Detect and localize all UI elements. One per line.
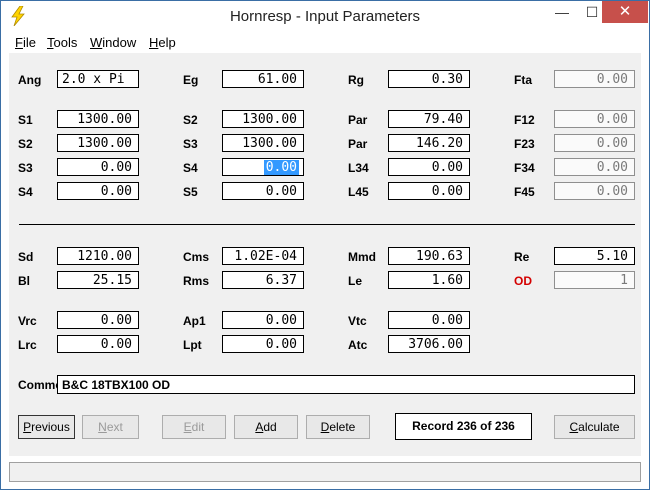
l34-field[interactable]: 0.00 xyxy=(388,158,470,176)
vrc-field[interactable]: 0.00 xyxy=(57,311,139,329)
sd-field[interactable]: 1210.00 xyxy=(57,247,139,265)
cms-field[interactable]: 1.02E-04 xyxy=(222,247,304,265)
cms-label: Cms xyxy=(183,250,210,264)
s4-field-selected[interactable]: 0.00 xyxy=(222,158,304,176)
f34-label: F34 xyxy=(514,161,535,175)
re-field[interactable]: 5.10 xyxy=(554,247,635,265)
vrc-label: Vrc xyxy=(18,314,37,328)
ap1-field[interactable]: 0.00 xyxy=(222,311,304,329)
s3-label: S3 xyxy=(183,137,198,151)
le-label: Le xyxy=(348,274,363,288)
close-button[interactable]: ✕ xyxy=(602,1,648,23)
s2-label: S2 xyxy=(183,113,198,127)
calculate-button[interactable]: Calculate xyxy=(554,415,635,439)
previous-button[interactable]: Previous xyxy=(18,415,75,439)
menu-window[interactable]: Window xyxy=(90,35,136,50)
lpt-label: Lpt xyxy=(183,338,202,352)
lrc-label: Lrc xyxy=(18,338,37,352)
menu-help[interactable]: Help xyxy=(149,35,176,50)
mmd-label: Mmd xyxy=(348,250,376,264)
l45-label: L45 xyxy=(348,185,369,199)
lpt-field[interactable]: 0.00 xyxy=(222,335,304,353)
l45-field[interactable]: 0.00 xyxy=(388,182,470,200)
status-bar xyxy=(9,462,641,482)
s4-label: S4 xyxy=(183,161,198,175)
par-field-row3[interactable]: 146.20 xyxy=(388,134,470,152)
s1-label: S1 xyxy=(18,113,33,127)
section-divider xyxy=(19,224,635,225)
s2-field-row3[interactable]: 1300.00 xyxy=(57,134,139,152)
next-button: Next xyxy=(82,415,139,439)
s3-field[interactable]: 1300.00 xyxy=(222,134,304,152)
s4-label-row5: S4 xyxy=(18,185,33,199)
s1-field[interactable]: 1300.00 xyxy=(57,110,139,128)
menu-bar: File Tools Window Help xyxy=(1,32,649,52)
od-field: 1 xyxy=(554,271,635,289)
menu-tools[interactable]: Tools xyxy=(47,35,77,50)
atc-field[interactable]: 3706.00 xyxy=(388,335,470,353)
eg-label: Eg xyxy=(183,73,199,87)
app-window: Hornresp - Input Parameters — ☐ ✕ File T… xyxy=(0,0,650,490)
eg-field[interactable]: 61.00 xyxy=(222,70,304,88)
re-label: Re xyxy=(514,250,530,264)
rms-field[interactable]: 6.37 xyxy=(222,271,304,289)
f12-label: F12 xyxy=(514,113,535,127)
bl-label: Bl xyxy=(18,274,30,288)
f23-field: 0.00 xyxy=(554,134,635,152)
par-field[interactable]: 79.40 xyxy=(388,110,470,128)
f45-field: 0.00 xyxy=(554,182,635,200)
rg-field[interactable]: 0.30 xyxy=(388,70,470,88)
comment-field[interactable]: B&C 18TBX100 OD xyxy=(57,375,635,394)
add-button[interactable]: Add xyxy=(234,415,298,439)
rms-label: Rms xyxy=(183,274,210,288)
s3-field-row4[interactable]: 0.00 xyxy=(57,158,139,176)
minimize-button[interactable]: — xyxy=(547,1,577,23)
menu-file[interactable]: File xyxy=(15,35,36,50)
title-bar: Hornresp - Input Parameters — ☐ ✕ xyxy=(1,1,649,32)
delete-button[interactable]: Delete xyxy=(306,415,370,439)
ap1-label: Ap1 xyxy=(183,314,206,328)
le-field[interactable]: 1.60 xyxy=(388,271,470,289)
s2-field[interactable]: 1300.00 xyxy=(222,110,304,128)
ang-field[interactable]: 2.0 x Pi xyxy=(57,70,139,88)
record-indicator: Record 236 of 236 xyxy=(395,413,532,440)
f12-field: 0.00 xyxy=(554,110,635,128)
vtc-label: Vtc xyxy=(348,314,367,328)
vtc-field[interactable]: 0.00 xyxy=(388,311,470,329)
s3-label-row4: S3 xyxy=(18,161,33,175)
par-label-row3: Par xyxy=(348,137,368,151)
mmd-field[interactable]: 190.63 xyxy=(388,247,470,265)
s5-label: S5 xyxy=(183,185,198,199)
lrc-field[interactable]: 0.00 xyxy=(57,335,139,353)
s2-label-row3: S2 xyxy=(18,137,33,151)
fta-field: 0.00 xyxy=(554,70,635,88)
f23-label: F23 xyxy=(514,137,535,151)
bl-field[interactable]: 25.15 xyxy=(57,271,139,289)
rg-label: Rg xyxy=(348,73,364,87)
input-parameters-panel: Ang 2.0 x Pi Eg 61.00 Rg 0.30 Fta 0.00 S… xyxy=(9,53,641,456)
fta-label: Fta xyxy=(514,73,532,87)
l34-label: L34 xyxy=(348,161,369,175)
f45-label: F45 xyxy=(514,185,535,199)
edit-button: Edit xyxy=(162,415,226,439)
atc-label: Atc xyxy=(348,338,368,352)
od-label: OD xyxy=(514,274,532,288)
f34-field: 0.00 xyxy=(554,158,635,176)
s4-field-row5[interactable]: 0.00 xyxy=(57,182,139,200)
sd-label: Sd xyxy=(18,250,34,264)
s5-field[interactable]: 0.00 xyxy=(222,182,304,200)
par-label: Par xyxy=(348,113,368,127)
ang-label: Ang xyxy=(18,73,42,87)
